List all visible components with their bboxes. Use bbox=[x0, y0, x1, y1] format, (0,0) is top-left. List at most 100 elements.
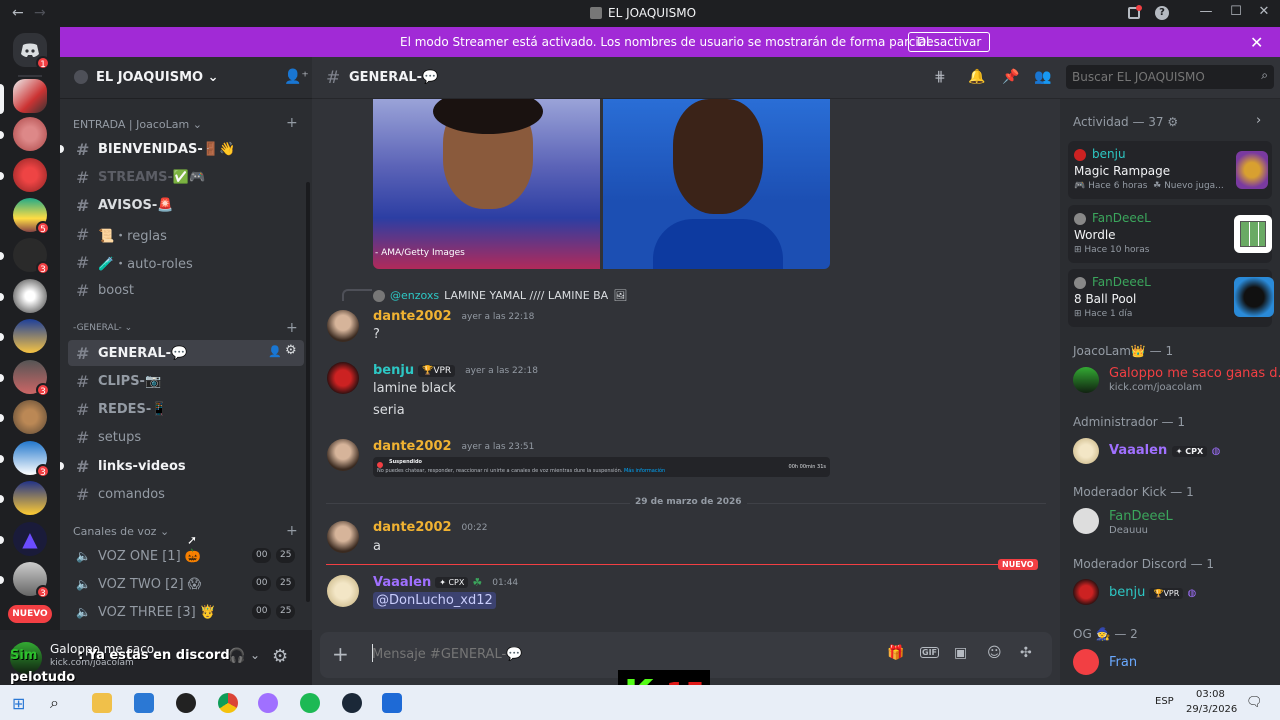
channel-general[interactable]: # GENERAL-💬 👤 ⚙ bbox=[68, 340, 304, 366]
server-icon[interactable]: 3 bbox=[13, 441, 50, 478]
member-name[interactable]: FanDeeeL bbox=[1109, 509, 1173, 524]
member-name[interactable]: Vaaalen ✦ CPX ◍ bbox=[1109, 443, 1220, 458]
avatar[interactable] bbox=[327, 439, 359, 471]
message-username[interactable]: Vaaalen bbox=[373, 575, 431, 590]
channel-avisos[interactable]: # AVISOS-🚨 bbox=[68, 192, 304, 218]
search-input[interactable] bbox=[1072, 69, 1242, 85]
activity-card[interactable]: FanDeeeL Wordle ⊞ Hace 10 horas bbox=[1068, 205, 1272, 263]
category-voice[interactable]: Canales de voz ⌄ bbox=[73, 525, 169, 538]
avatar[interactable] bbox=[1073, 438, 1099, 464]
emoji-icon[interactable]: ☺ bbox=[987, 645, 1002, 661]
steam-icon[interactable] bbox=[342, 693, 362, 713]
server-icon[interactable]: 3 bbox=[13, 562, 50, 599]
user-mention[interactable]: @DonLucho_xd12 bbox=[373, 592, 496, 609]
avatar[interactable] bbox=[1073, 579, 1099, 605]
server-triangle-icon[interactable]: ▲ bbox=[13, 522, 47, 556]
back-arrow-icon[interactable]: ← bbox=[12, 5, 24, 21]
threads-icon[interactable]: ⋕ bbox=[934, 69, 946, 85]
avatar[interactable] bbox=[327, 310, 359, 342]
apps-icon[interactable]: ✣ bbox=[1020, 645, 1032, 661]
inbox-icon[interactable] bbox=[1124, 4, 1144, 24]
message-input[interactable] bbox=[372, 645, 852, 663]
close-icon[interactable]: ✕ bbox=[1250, 33, 1263, 52]
server-icon[interactable] bbox=[13, 279, 47, 313]
attachment-image-right[interactable] bbox=[603, 99, 830, 269]
pin-icon[interactable]: 📌 bbox=[1002, 69, 1019, 85]
message-username[interactable]: dante2002 bbox=[373, 520, 452, 535]
member-list-icon[interactable]: 👥 bbox=[1034, 69, 1051, 85]
member-name[interactable]: Fran bbox=[1109, 655, 1137, 670]
gear-icon[interactable]: ⚙ bbox=[285, 343, 297, 358]
bell-icon[interactable]: 🔔 bbox=[968, 69, 985, 85]
chevron-right-icon[interactable]: › bbox=[1256, 113, 1261, 128]
chrome-icon[interactable] bbox=[218, 693, 238, 713]
message-username[interactable]: dante2002 bbox=[373, 439, 452, 454]
activity-card[interactable]: benju Magic Rampage 🎮 Hace 6 horas ☘ Nue… bbox=[1068, 141, 1272, 199]
user-settings-gear-icon[interactable]: ⚙ bbox=[272, 646, 288, 667]
add-channel-icon[interactable]: + bbox=[286, 523, 298, 539]
server-icon[interactable] bbox=[13, 400, 47, 434]
channel-bienvenidas[interactable]: # BIENVENIDAS-🚪👋 bbox=[60, 136, 304, 162]
category-entrada[interactable]: ENTRADA | JoacoLam ⌄ bbox=[73, 118, 202, 131]
app-icon[interactable] bbox=[176, 693, 196, 713]
channel-links-videos[interactable]: # links-videos bbox=[60, 453, 304, 479]
language-indicator[interactable]: ESP bbox=[1155, 696, 1174, 707]
clock-time[interactable]: 03:08 bbox=[1196, 689, 1225, 700]
category-general[interactable]: -GENERAL- ⌄ bbox=[73, 323, 132, 333]
attachment-image-left[interactable]: - AMA/Getty Images bbox=[373, 99, 600, 269]
avatar[interactable] bbox=[1073, 508, 1099, 534]
app-icon[interactable] bbox=[258, 693, 278, 713]
message-username[interactable]: benju bbox=[373, 363, 414, 378]
server-icon[interactable] bbox=[13, 158, 47, 192]
avatar[interactable] bbox=[1073, 649, 1099, 675]
add-channel-icon[interactable]: + bbox=[286, 115, 298, 131]
discord-home-icon[interactable]: 1 bbox=[13, 33, 50, 70]
channel-redes[interactable]: # REDES-📱 bbox=[68, 396, 304, 422]
channel-comandos[interactable]: # comandos bbox=[68, 481, 304, 507]
member-name[interactable]: benju 🏆VPR ◍ bbox=[1109, 585, 1196, 600]
activity-card[interactable]: FanDeeeL 8 Ball Pool ⊞ Hace 1 día bbox=[1068, 269, 1274, 327]
avatar[interactable] bbox=[1073, 367, 1099, 393]
server-icon[interactable] bbox=[13, 481, 47, 515]
message-username[interactable]: dante2002 bbox=[373, 309, 452, 324]
server-icon[interactable]: 3 bbox=[13, 360, 50, 397]
app-icon[interactable] bbox=[382, 693, 402, 713]
search-box[interactable]: ⌕ bbox=[1066, 65, 1274, 89]
outlook-icon[interactable] bbox=[134, 693, 154, 713]
voice-channel-two[interactable]: 🔈 VOZ TWO [2] 😱 00 25 bbox=[68, 571, 304, 597]
voice-channel-three[interactable]: 🔈 VOZ THREE [3] 🤴 00 25 bbox=[68, 599, 304, 625]
channel-auto-roles[interactable]: # 🧪・auto-roles bbox=[68, 249, 304, 275]
channel-setups[interactable]: # setups bbox=[68, 424, 304, 450]
notification-icon[interactable]: 🗨 bbox=[1246, 695, 1263, 710]
windows-start-icon[interactable]: ⊞ bbox=[12, 694, 25, 713]
gift-icon[interactable]: 🎁 bbox=[887, 645, 904, 661]
minimize-icon[interactable]: — bbox=[1196, 4, 1216, 24]
server-icon[interactable] bbox=[13, 117, 47, 151]
server-icon[interactable]: 3 bbox=[13, 238, 50, 275]
close-window-icon[interactable]: ✕ bbox=[1254, 4, 1274, 24]
sticker-icon[interactable]: ▣ bbox=[954, 645, 967, 661]
help-icon[interactable]: ? bbox=[1152, 4, 1172, 24]
channel-streams[interactable]: # STREAMS-✅🎮 bbox=[68, 164, 304, 190]
channel-reglas[interactable]: # 📜・reglas bbox=[68, 221, 304, 247]
invite-people-icon[interactable]: 👤⁺ bbox=[284, 69, 309, 85]
member-name[interactable]: Galoppo me saco ganas d... bbox=[1109, 366, 1280, 381]
deactivate-button[interactable]: Desactivar bbox=[908, 32, 991, 52]
add-attachment-icon[interactable]: + bbox=[332, 642, 349, 666]
forward-arrow-icon[interactable]: → bbox=[34, 5, 46, 21]
new-servers-pill[interactable]: NUEVO bbox=[8, 605, 52, 623]
file-explorer-icon[interactable] bbox=[92, 693, 112, 713]
maximize-icon[interactable]: ☐ bbox=[1226, 4, 1246, 24]
headphones-icon[interactable]: 🎧 bbox=[228, 648, 245, 664]
chevron-down-icon[interactable]: ⌄ bbox=[250, 648, 260, 662]
sidebar-scrollbar[interactable] bbox=[306, 182, 310, 602]
add-channel-icon[interactable]: + bbox=[286, 320, 298, 336]
channel-boost[interactable]: # boost bbox=[68, 277, 304, 303]
guild-header[interactable]: EL JOAQUISMO ⌄ 👤⁺ bbox=[60, 57, 312, 99]
avatar[interactable] bbox=[327, 521, 359, 553]
voice-channel-one[interactable]: 🔈 VOZ ONE [1] 🎃 00 25 bbox=[68, 543, 304, 569]
gif-icon[interactable]: GIF bbox=[920, 647, 940, 658]
avatar[interactable] bbox=[327, 575, 359, 607]
server-icon[interactable]: 5 bbox=[13, 198, 50, 235]
channel-clips[interactable]: # CLIPS-📷 bbox=[68, 368, 304, 394]
